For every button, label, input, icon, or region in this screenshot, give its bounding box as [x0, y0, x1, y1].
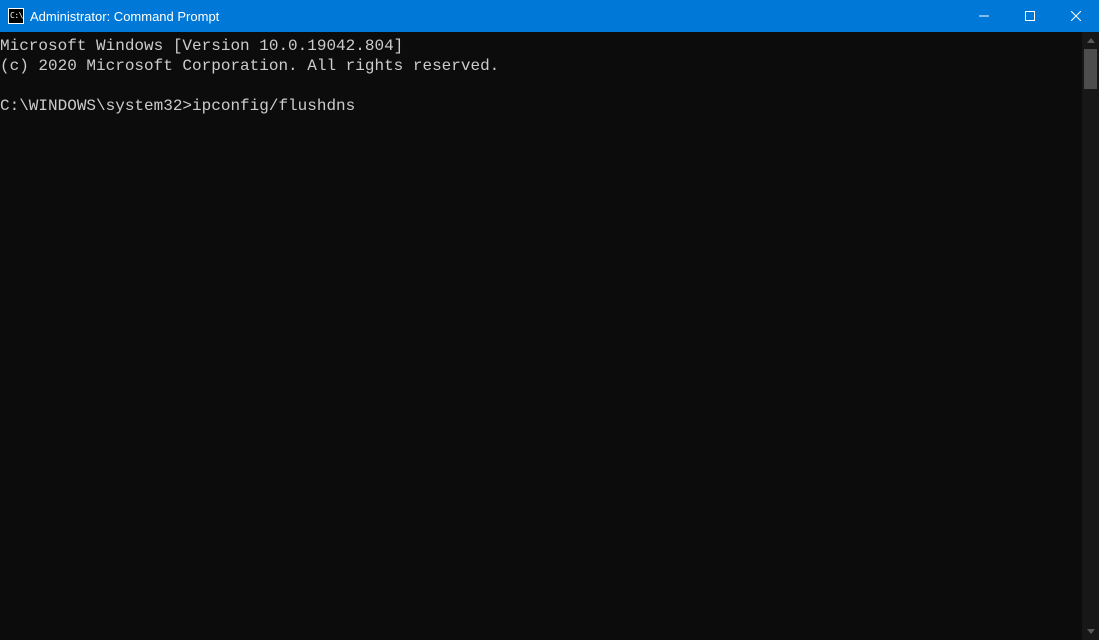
- scroll-up-arrow-icon[interactable]: [1082, 32, 1099, 49]
- command-prompt-window: C:\ Administrator: Command Prompt Micros…: [0, 0, 1099, 640]
- prompt-path: C:\WINDOWS\system32>: [0, 97, 192, 115]
- terminal-output[interactable]: Microsoft Windows [Version 10.0.19042.80…: [0, 32, 1082, 640]
- output-line: Microsoft Windows [Version 10.0.19042.80…: [0, 37, 403, 55]
- title-bar[interactable]: C:\ Administrator: Command Prompt: [0, 0, 1099, 32]
- prompt-line: C:\WINDOWS\system32>ipconfig/flushdns: [0, 97, 355, 115]
- window-title: Administrator: Command Prompt: [30, 9, 219, 24]
- close-button[interactable]: [1053, 0, 1099, 32]
- output-line: (c) 2020 Microsoft Corporation. All righ…: [0, 57, 499, 75]
- maximize-button[interactable]: [1007, 0, 1053, 32]
- window-client-area: Microsoft Windows [Version 10.0.19042.80…: [0, 32, 1099, 640]
- scroll-thumb[interactable]: [1084, 49, 1097, 89]
- vertical-scrollbar[interactable]: [1082, 32, 1099, 640]
- typed-command: ipconfig/flushdns: [192, 97, 355, 115]
- cmd-icon: C:\: [8, 8, 24, 24]
- scroll-track[interactable]: [1082, 49, 1099, 623]
- scroll-down-arrow-icon[interactable]: [1082, 623, 1099, 640]
- minimize-button[interactable]: [961, 0, 1007, 32]
